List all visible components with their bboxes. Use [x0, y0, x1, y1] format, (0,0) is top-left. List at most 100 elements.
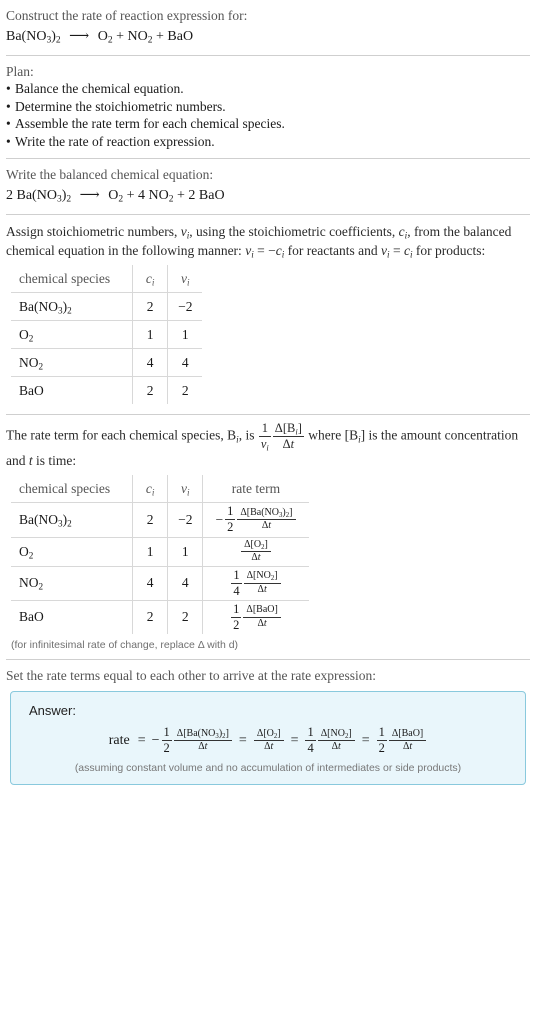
- table-row: NO2 4 4: [11, 348, 203, 377]
- cell-c: 1: [132, 320, 169, 349]
- balanced-product-o2: O2: [108, 188, 124, 205]
- coefficient-fraction: 12: [376, 725, 387, 756]
- balanced-reactant: Ba(NO3)2: [16, 188, 72, 205]
- cell-c: 2: [132, 376, 169, 404]
- delta-numerator: Δ[NO2]: [317, 728, 355, 742]
- column-header-c: ci: [132, 265, 169, 293]
- nu-symbol: vi: [180, 224, 190, 241]
- cell-species: Ba(NO3)2: [11, 502, 134, 538]
- balanced-equation-section: Write the balanced chemical equation: 2 …: [6, 159, 530, 214]
- cell-v: 4: [167, 565, 204, 601]
- table-row: BaO 2 2: [11, 376, 203, 404]
- cell-v: 4: [167, 348, 203, 377]
- cell-c: 4: [132, 348, 169, 377]
- question-section: Construct the rate of reaction expressio…: [6, 0, 530, 55]
- delta-numerator: Δ[O2]: [253, 728, 284, 742]
- coefficient-fraction: 14: [305, 725, 316, 756]
- delta-fraction: Δ[Ba(NO3)2] Δt: [173, 728, 232, 753]
- assumption-note: (assuming constant volume and no accumul…: [74, 762, 462, 775]
- equals-sign: =: [290, 732, 299, 748]
- final-heading: Set the rate terms equal to each other t…: [6, 668, 376, 683]
- cell-rate-term: −1 2 Δ[Ba(NO3)2] Δt: [202, 502, 309, 538]
- rate-intro-text-2: , is: [238, 427, 258, 443]
- cell-c: 1: [132, 536, 169, 567]
- cell-v: −2: [167, 292, 203, 321]
- delta-numerator: Δ[BaO]: [388, 728, 427, 742]
- rate-intro-text-3: where [B: [304, 427, 359, 443]
- delta-fraction: Δ[BaO] Δt: [388, 728, 427, 753]
- plus-sign: +: [126, 188, 135, 203]
- table-header-row: chemical species ci vi: [11, 265, 203, 293]
- column-header-c: ci: [132, 475, 169, 504]
- coefficient-fraction: 12: [161, 725, 172, 756]
- delta-fraction: Δ[BaO] Δt: [243, 605, 281, 629]
- plan-step: Balance the chemical equation.: [6, 80, 530, 98]
- table-body: Ba(NO3)2 2 −2 O2 1 1 NO2 4 4 BaO 2 2: [11, 292, 203, 404]
- delta-denominator: Δt: [264, 741, 274, 753]
- cell-v: 2: [167, 376, 203, 404]
- rate-expression: rate = −1 2 Δ[Ba(NO3)2] Δt = Δ[O2] Δt = 1 4 Δ[NO2] Δt…: [21, 725, 515, 756]
- delta-denominator: Δt: [257, 617, 267, 629]
- cell-c: 4: [132, 565, 169, 601]
- plan-list: Balance the chemical equation. Determine…: [6, 80, 530, 150]
- delta-fraction: Δ[O2] Δt: [241, 539, 271, 564]
- balanced-product-bao: BaO: [198, 188, 225, 203]
- inline-fraction-one-over-nu: 1 vi: [258, 421, 271, 453]
- assign-section: Assign stoichiometric numbers, vi, using…: [6, 215, 530, 414]
- plus-sign: +: [177, 188, 185, 203]
- delta-numerator: Δ[Ba(NO3)2]: [173, 728, 232, 742]
- cell-v: 1: [167, 536, 204, 567]
- delta-denominator: Δt: [261, 520, 272, 532]
- c-symbol: ci: [398, 224, 408, 241]
- column-header-rate-term: rate term: [202, 475, 309, 504]
- plan-section: Plan: Balance the chemical equation. Det…: [6, 56, 530, 158]
- cell-species: BaO: [11, 599, 134, 634]
- equals-sign: =: [361, 732, 370, 748]
- reaction-arrow-icon: ⟶: [69, 29, 90, 44]
- cell-c: 2: [132, 292, 169, 321]
- table-row: NO2 4 4 1 4 Δ[NO2] Δt: [11, 565, 309, 601]
- cell-species: NO2: [11, 348, 134, 377]
- cell-v: 2: [167, 599, 204, 634]
- balanced-bao-coeff: 2: [188, 188, 196, 203]
- cell-rate-term: 1 4 Δ[NO2] Δt: [202, 565, 309, 601]
- coefficient-fraction: 14: [231, 567, 242, 598]
- delta-numerator: Δ[BaO]: [243, 605, 281, 618]
- cell-species: O2: [11, 320, 134, 349]
- delta-denominator: Δt: [402, 741, 413, 753]
- cell-v: −2: [167, 502, 204, 538]
- infinitesimal-footnote: (for infinitesimal rate of change, repla…: [11, 639, 239, 651]
- delta-numerator: Δ[NO2]: [243, 571, 281, 584]
- plan-heading: Plan:: [6, 64, 34, 79]
- delta-fraction: Δ[NO2] Δt: [243, 571, 281, 595]
- reaction-arrow-icon: ⟶: [79, 188, 100, 203]
- question-reactant: Ba(NO3)2: [6, 29, 61, 46]
- coefficient-fraction: 12: [225, 504, 236, 535]
- cell-species: BaO: [11, 376, 134, 404]
- equals-sign: =: [137, 732, 146, 748]
- plan-step: Write the rate of reaction expression.: [6, 133, 530, 151]
- rate-terms-table: chemical species ci vi rate term Ba(NO3)…: [11, 475, 309, 634]
- delta-denominator: Δt: [331, 741, 341, 753]
- assign-text-1: Assign stoichiometric numbers,: [6, 224, 181, 239]
- cell-species: Ba(NO3)2: [11, 292, 134, 321]
- plan-step: Determine the stoichiometric numbers.: [6, 98, 530, 116]
- table-row: O2 1 1 Δ[O2] Δt: [11, 536, 309, 567]
- delta-fraction: Δ[O2] Δt: [253, 728, 284, 753]
- rate-word: rate: [108, 732, 130, 748]
- rate-intro-text-5: is time:: [32, 453, 77, 469]
- answer-label: Answer:: [29, 703, 76, 718]
- balanced-reactant-coeff: 2: [6, 188, 13, 203]
- delta-denominator: Δt: [251, 552, 261, 563]
- minus-sign: −: [215, 511, 224, 527]
- equals-sign: =: [238, 732, 247, 748]
- column-header-species: chemical species: [11, 265, 134, 293]
- inline-fraction-delta-b-over-delta-t: Δ[Bi] Δt: [272, 421, 304, 452]
- assign-text-2: , using the stoichiometric coefficients,: [189, 224, 399, 239]
- delta-fraction: Δ[Ba(NO3)2] Δt: [237, 507, 296, 532]
- table-row: BaO 2 2 1 2 Δ[BaO] Δt: [11, 599, 309, 634]
- assign-text-4: for reactants and: [284, 243, 381, 258]
- solution-page: Construct the rate of reaction expressio…: [0, 0, 536, 793]
- question-prompt: Construct the rate of reaction expressio…: [6, 8, 248, 23]
- minus-sign: −: [151, 732, 160, 748]
